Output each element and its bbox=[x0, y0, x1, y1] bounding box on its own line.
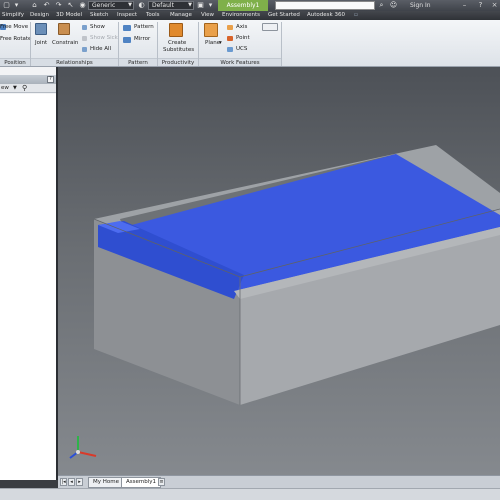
browser-header: ? bbox=[0, 75, 56, 84]
panel-label-position[interactable]: Position bbox=[0, 58, 30, 66]
panel-label-relationships[interactable]: Relationships bbox=[31, 58, 118, 66]
status-bar bbox=[0, 488, 500, 500]
joint-icon bbox=[35, 23, 47, 35]
create-substitutes-label-1[interactable]: Create bbox=[168, 40, 186, 46]
help-icon[interactable]: ? bbox=[476, 1, 485, 10]
panel-label-productivity: Productivity bbox=[158, 58, 198, 66]
create-substitutes-icon bbox=[169, 23, 183, 37]
redo-icon[interactable]: ↷ bbox=[54, 1, 63, 10]
open-icon[interactable]: ▾ bbox=[12, 1, 21, 10]
assembly-model[interactable] bbox=[58, 67, 500, 475]
tab-3d-model[interactable]: 3D Model bbox=[56, 11, 82, 20]
tab-list-icon[interactable]: ≡ bbox=[158, 478, 165, 486]
chevron-down-icon: ▼ bbox=[188, 2, 192, 8]
appearance-icon[interactable]: ◐ bbox=[137, 1, 146, 10]
minimize-icon[interactable]: – bbox=[460, 1, 469, 10]
ucs-icon bbox=[227, 47, 233, 52]
axis-button[interactable]: Axis bbox=[236, 24, 247, 30]
browser-tree[interactable] bbox=[0, 94, 56, 480]
coordinate-triad-icon bbox=[69, 436, 97, 459]
show-sick-button[interactable]: Show Sick bbox=[90, 35, 118, 41]
pattern-button[interactable]: Pattern bbox=[134, 24, 154, 30]
ribbon: Free Move Free Rotate Joint Constrain Sh… bbox=[0, 20, 500, 67]
close-icon[interactable]: × bbox=[490, 1, 499, 10]
constrain-button[interactable]: Constrain bbox=[52, 40, 78, 46]
tab-my-home[interactable]: My Home bbox=[88, 477, 124, 488]
tab-tools[interactable]: Tools bbox=[146, 11, 160, 20]
ribbon-tabs: Simplify Design 3D Model Sketch Inspect … bbox=[0, 11, 500, 20]
user-icon[interactable]: ☺ bbox=[389, 1, 398, 10]
model-browser: ? ew ▼ ⚲ bbox=[0, 67, 58, 480]
search-icon[interactable]: ⌕ bbox=[377, 1, 386, 10]
home-icon[interactable]: ⌂ bbox=[30, 1, 39, 10]
hide-all-button[interactable]: Hide All bbox=[90, 46, 111, 52]
quick-access-toolbar: ▢ ▾ ⌂ ↶ ↷ ↖ ◉ Generic ▼ ◐ Default ▼ ▣ ▾ … bbox=[0, 0, 500, 11]
browser-view-label[interactable]: ew bbox=[1, 85, 9, 91]
document-tabs: |◂ ◂ ▸ My Home Assembly1 ≡ bbox=[58, 475, 500, 488]
create-substitutes-label-2[interactable]: Substitutes bbox=[163, 47, 194, 53]
ribbon-options-icon[interactable]: ▫ bbox=[354, 11, 358, 20]
hide-all-icon bbox=[82, 47, 87, 52]
binoculars-icon[interactable]: ⚲ bbox=[22, 84, 27, 92]
tab-autodesk-360[interactable]: Autodesk 360 bbox=[307, 11, 345, 20]
pattern-icon bbox=[123, 25, 131, 31]
ucs-button[interactable]: UCS bbox=[236, 46, 247, 52]
point-button[interactable]: Point bbox=[236, 35, 250, 41]
sign-in-link[interactable]: Sign In bbox=[410, 0, 431, 11]
tab-design[interactable]: Design bbox=[30, 11, 49, 20]
plane-button[interactable]: Plane bbox=[205, 40, 220, 46]
display-value: Default bbox=[152, 2, 174, 9]
appearance-value: Generic bbox=[92, 2, 116, 9]
customize-icon[interactable]: ▾ bbox=[206, 1, 215, 10]
undo-icon[interactable]: ↶ bbox=[42, 1, 51, 10]
document-title: Assembly1 bbox=[218, 0, 268, 11]
show-button[interactable]: Show bbox=[90, 24, 105, 30]
mirror-icon bbox=[123, 37, 131, 43]
show-icon bbox=[82, 25, 87, 30]
display-select[interactable]: Default ▼ bbox=[148, 1, 194, 10]
tab-simplify[interactable]: Simplify bbox=[2, 11, 24, 20]
tab-manage[interactable]: Manage bbox=[170, 11, 192, 20]
tab-get-started[interactable]: Get Started bbox=[268, 11, 300, 20]
select-icon[interactable]: ↖ bbox=[66, 1, 75, 10]
plane-icon bbox=[204, 23, 218, 37]
chevron-down-icon[interactable]: ▼ bbox=[13, 85, 17, 91]
mirror-button[interactable]: Mirror bbox=[134, 36, 150, 42]
update-icon[interactable]: ▣ bbox=[196, 1, 205, 10]
show-sick-icon bbox=[82, 36, 87, 41]
material-icon[interactable]: ◉ bbox=[78, 1, 87, 10]
free-rotate-button[interactable]: Free Rotate bbox=[0, 36, 31, 42]
tab-nav-next-icon[interactable]: ▸ bbox=[76, 478, 83, 486]
chevron-down-icon: ▼ bbox=[128, 2, 132, 8]
appearance-select[interactable]: Generic ▼ bbox=[88, 1, 134, 10]
tab-inspect[interactable]: Inspect bbox=[117, 11, 137, 20]
axis-icon bbox=[227, 25, 233, 30]
chevron-down-icon[interactable]: ▾ bbox=[219, 40, 222, 46]
tab-view[interactable]: View bbox=[201, 11, 214, 20]
free-move-button[interactable]: Free Move bbox=[0, 24, 28, 30]
search-input[interactable] bbox=[275, 1, 375, 10]
help-icon[interactable]: ? bbox=[47, 76, 54, 83]
ribbon-extra-dropdown[interactable] bbox=[262, 23, 278, 31]
new-icon[interactable]: ▢ bbox=[2, 1, 11, 10]
graphics-viewport[interactable] bbox=[58, 67, 500, 475]
tab-sketch[interactable]: Sketch bbox=[90, 11, 109, 20]
constrain-icon bbox=[58, 23, 70, 35]
tab-nav-first-icon[interactable]: |◂ bbox=[60, 478, 67, 486]
point-icon bbox=[227, 36, 233, 41]
browser-toolbar: ew ▼ ⚲ bbox=[0, 84, 56, 93]
tab-nav-prev-icon[interactable]: ◂ bbox=[68, 478, 75, 486]
tab-environments[interactable]: Environments bbox=[222, 11, 260, 20]
panel-separator bbox=[281, 22, 282, 66]
tab-assembly1[interactable]: Assembly1 bbox=[121, 477, 162, 488]
panel-label-pattern: Pattern bbox=[119, 58, 157, 66]
joint-button[interactable]: Joint bbox=[35, 40, 47, 46]
panel-label-work-features: Work Features bbox=[199, 58, 281, 66]
